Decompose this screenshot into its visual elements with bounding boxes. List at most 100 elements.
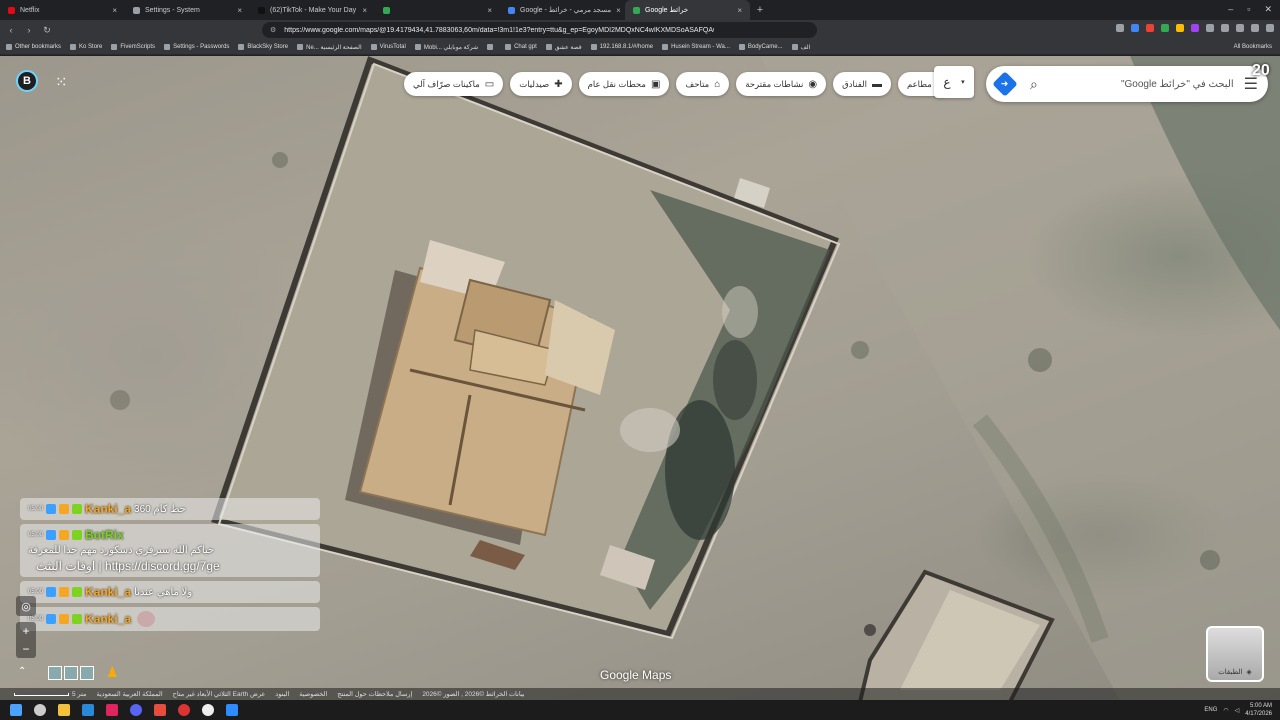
- transit-icon: ▣: [650, 78, 661, 90]
- bookmark-item[interactable]: BlackSky Store: [238, 44, 288, 50]
- close-tab-icon[interactable]: ×: [362, 6, 367, 15]
- bookmark-item[interactable]: Chat gpt: [505, 44, 537, 50]
- bookmark-item[interactable]: Ne... الصفحة الرئيسية: [297, 44, 362, 51]
- footer-link[interactable]: الخصوصية: [299, 690, 327, 698]
- extension-icon[interactable]: [1176, 24, 1184, 32]
- atm-icon: ▭: [484, 78, 495, 90]
- close-tab-icon[interactable]: ×: [487, 6, 492, 15]
- bookmark-item[interactable]: قصة عشق: [545, 44, 582, 51]
- zoom-out-button[interactable]: −: [22, 642, 29, 656]
- browser-toolbar: ‹ › ↻ ⚙ https://www.google.com/maps/@19.…: [0, 20, 1280, 40]
- bookmark-label: Ne... الصفحة الرئيسية: [306, 44, 362, 51]
- pegman-icon[interactable]: ♟: [106, 664, 119, 681]
- extension-icon[interactable]: [1221, 24, 1229, 32]
- bookmark-item[interactable]: Settings - Passwords: [164, 44, 229, 50]
- footer-link[interactable]: إرسال ملاحظات حول المنتج: [337, 690, 412, 698]
- browser-tab[interactable]: Google - مسجد مرمي - خرائط ×: [500, 0, 625, 20]
- close-tab-icon[interactable]: ×: [237, 6, 242, 15]
- bookmark-item[interactable]: Mobi... شركة موبايلي: [414, 44, 478, 51]
- chat-text: حياكم الله سيرفري دسكورد مهم جدا للمعرفة: [28, 545, 215, 556]
- chip-museum[interactable]: متاحف ⌂: [676, 72, 730, 96]
- extension-icon[interactable]: [1191, 24, 1199, 32]
- language-indicator[interactable]: ENG: [1204, 707, 1217, 713]
- extension-icon[interactable]: [1116, 24, 1124, 32]
- chip-pharmacy[interactable]: صيدليات ✚: [510, 72, 572, 96]
- footer-link[interactable]: البنود: [275, 690, 289, 698]
- browser-tab[interactable]: (62)TikTok - Make Your Day ×: [250, 0, 375, 20]
- apps-grid-icon[interactable]: ⁙: [55, 73, 68, 91]
- discord-icon[interactable]: [130, 704, 142, 716]
- bookmark-item[interactable]: FivemScripts: [111, 44, 155, 50]
- site-info-icon[interactable]: ⚙: [270, 26, 276, 34]
- address-bar[interactable]: ⚙ https://www.google.com/maps/@19.417943…: [262, 22, 817, 38]
- close-tab-icon[interactable]: ×: [616, 6, 621, 15]
- tab-favicon-icon: [8, 6, 15, 14]
- windows-start-icon[interactable]: [10, 704, 22, 716]
- chat-username: Kanki_a: [85, 502, 132, 516]
- browser-tab[interactable]: Netflix ×: [0, 0, 125, 20]
- bookmark-item[interactable]: الف: [791, 44, 810, 51]
- layers-button[interactable]: الطبقات ◈: [1206, 626, 1264, 682]
- back-icon[interactable]: ‹: [4, 25, 18, 35]
- extension-icon[interactable]: [1236, 24, 1244, 32]
- language-selector[interactable]: ع ▾: [934, 66, 974, 98]
- close-tab-icon[interactable]: ×: [112, 6, 117, 15]
- footer-link[interactable]: المملكة العربية السعودية: [96, 690, 162, 698]
- new-tab-button[interactable]: +: [750, 4, 770, 16]
- chrome-icon[interactable]: [178, 704, 190, 716]
- browser-tab[interactable]: Settings - System ×: [125, 0, 250, 20]
- minimize-icon[interactable]: –: [1228, 4, 1233, 15]
- bookmark-item[interactable]: Ko Store: [70, 44, 102, 50]
- taskbar-app-icon[interactable]: [82, 704, 94, 716]
- extension-icon[interactable]: [1161, 24, 1169, 32]
- maximize-icon[interactable]: ▫: [1247, 4, 1250, 15]
- system-tray: ENG ◠ ◁ 5:00 AM 4/17/2026: [1204, 702, 1272, 718]
- my-location-icon[interactable]: ◎: [16, 596, 36, 616]
- extension-icon[interactable]: [1146, 24, 1154, 32]
- layer-thumbnails[interactable]: [48, 666, 94, 680]
- scale-indicator[interactable]: 5 متر: [14, 690, 86, 698]
- obs-icon[interactable]: [202, 704, 214, 716]
- volume-icon[interactable]: ◁: [1235, 707, 1240, 714]
- bookmark-item[interactable]: BodyCame...: [738, 44, 783, 50]
- expand-up-icon[interactable]: ⌃: [18, 666, 26, 677]
- forward-icon[interactable]: ›: [22, 25, 36, 35]
- close-window-icon[interactable]: ✕: [1264, 4, 1272, 15]
- search-icon[interactable]: ⌕: [1030, 76, 1038, 93]
- bookmark-item[interactable]: VirusTotal: [370, 44, 406, 50]
- search-input[interactable]: البحث في "خرائط Google": [1046, 79, 1234, 90]
- extension-icon[interactable]: [1131, 24, 1139, 32]
- footer-link[interactable]: عرض Earth الثلاثي الأبعاد غير متاح: [173, 690, 266, 698]
- browser-tab[interactable]: Google خرائط ×: [625, 0, 750, 20]
- bookmark-item[interactable]: Other bookmarks: [6, 44, 61, 50]
- chip-hotel[interactable]: الفنادق ▬: [833, 72, 891, 96]
- chip-camera[interactable]: نشاطات مقترحة ◉: [736, 72, 827, 96]
- directions-icon[interactable]: ➜: [992, 71, 1018, 97]
- wifi-icon[interactable]: ◠: [1223, 707, 1228, 714]
- search-box[interactable]: ☰ البحث في "خرائط Google" ⌕ ➜: [986, 66, 1268, 102]
- taskbar-app-icon[interactable]: [106, 704, 118, 716]
- bookmarks-bar: Other bookmarks Ko Store FivemScripts Setti…: [0, 40, 1280, 55]
- profile-icon[interactable]: [1251, 24, 1259, 32]
- browser-tab[interactable]: ×: [375, 0, 500, 20]
- clock[interactable]: 5:00 AM 4/17/2026: [1245, 702, 1272, 718]
- bookmark-item[interactable]: [487, 44, 496, 50]
- app-avatar-icon[interactable]: B: [16, 70, 38, 92]
- zoom-in-button[interactable]: +: [22, 624, 29, 638]
- taskbar-app-icon[interactable]: [226, 704, 238, 716]
- file-explorer-icon[interactable]: [58, 704, 70, 716]
- search-icon[interactable]: [34, 704, 46, 716]
- chip-transit[interactable]: محطات نقل عام ▣: [578, 72, 670, 96]
- bookmark-item[interactable]: 192.168.8.1/#/home: [590, 44, 653, 50]
- taskbar-app-icon[interactable]: [154, 704, 166, 716]
- windows-taskbar: ENG ◠ ◁ 5:00 AM 4/17/2026: [0, 700, 1280, 720]
- badge-icon: [72, 587, 83, 597]
- chat-timestamp: 05:00: [28, 532, 44, 538]
- close-tab-icon[interactable]: ×: [737, 6, 742, 15]
- menu-icon[interactable]: [1266, 24, 1274, 32]
- chip-atm[interactable]: ماكينات صرّاف آلي ▭: [404, 72, 504, 96]
- reload-icon[interactable]: ↻: [40, 25, 54, 36]
- bookmark-item[interactable]: Husein Stream - Wa...: [662, 44, 730, 50]
- all-bookmarks-button[interactable]: All Bookmarks: [1234, 44, 1272, 50]
- extension-icon[interactable]: [1206, 24, 1214, 32]
